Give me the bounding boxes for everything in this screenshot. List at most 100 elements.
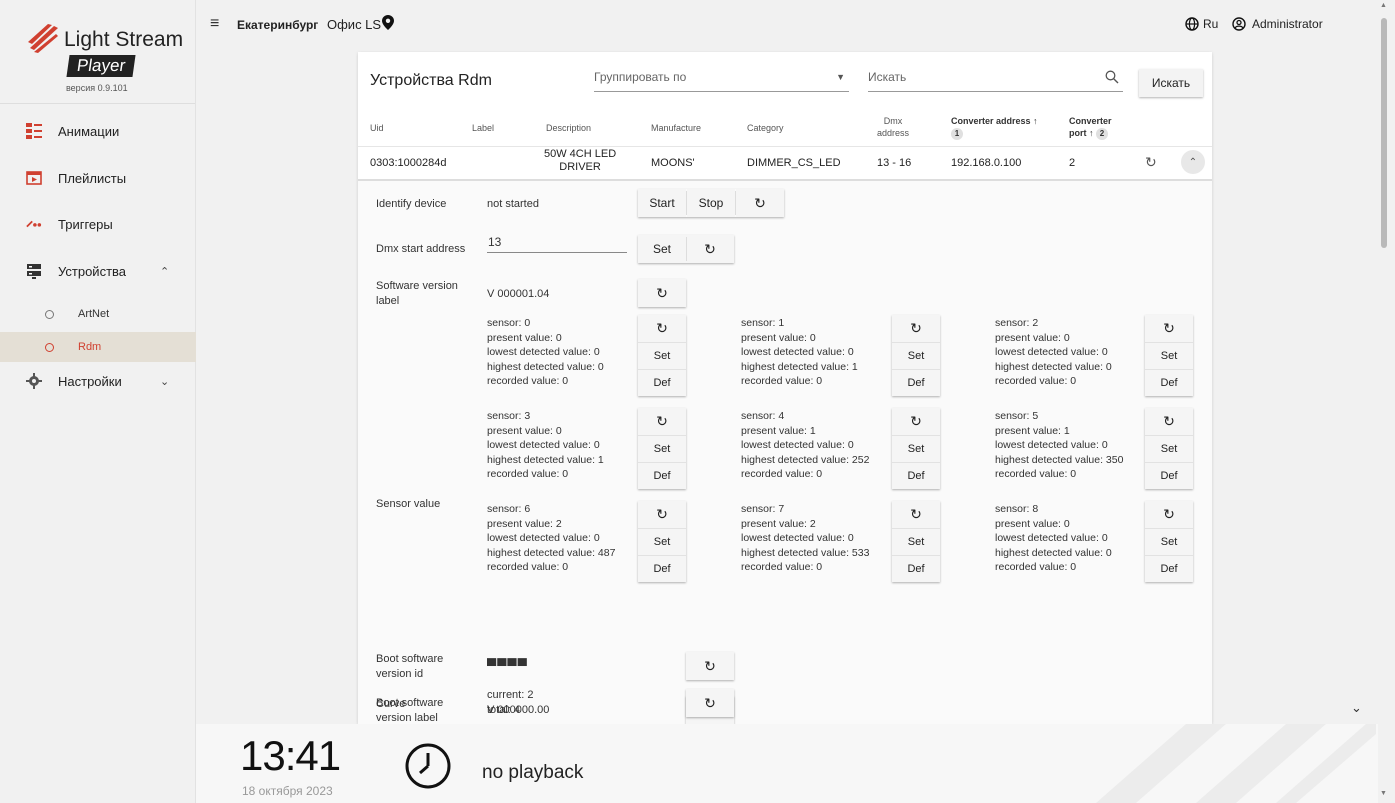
user-icon xyxy=(1232,17,1246,31)
nav-settings[interactable]: Настройки ⌄ xyxy=(0,361,196,401)
identify-refresh-button[interactable]: ↻ xyxy=(736,189,784,217)
sensor-line: recorded value: 0 xyxy=(487,468,569,480)
sensor-def-button[interactable]: Def xyxy=(892,369,940,396)
sensor-line: recorded value: 0 xyxy=(741,561,823,573)
header-manufacture[interactable]: Manufacture xyxy=(651,122,701,134)
groupby-select[interactable]: Группировать по ▼ xyxy=(594,70,849,92)
cell-manufacture: MOONS' xyxy=(651,157,695,169)
sensor-line: present value: 1 xyxy=(741,424,816,437)
sensor-refresh-button[interactable]: ↻ xyxy=(892,315,940,342)
sensor-info: sensor: 4 present value: 1 lowest detected… xyxy=(741,409,869,482)
sensor-set-button[interactable]: Set xyxy=(638,342,686,369)
refresh-icon: ↻ xyxy=(704,657,716,674)
nav-triggers[interactable]: Триггеры xyxy=(0,204,196,244)
top-bar: ≡ Екатеринбург Офис LS Ru Administrator xyxy=(196,0,1378,48)
sensor-set-button[interactable]: Set xyxy=(892,528,940,555)
clock-icon xyxy=(405,743,451,789)
sensor-def-button[interactable]: Def xyxy=(892,555,940,582)
scrollbar-thumb[interactable] xyxy=(1381,18,1387,248)
header-dmx-address[interactable]: Dmx address xyxy=(877,115,909,139)
scroll-up-arrow-icon[interactable]: ▲ xyxy=(1380,2,1387,9)
sensor-line: sensor: 2 xyxy=(995,317,1039,329)
start-button[interactable]: Start xyxy=(638,189,686,217)
dmx-start-input[interactable]: 13 xyxy=(488,235,501,250)
header-converter-port[interactable]: Converter port ↑ 2 xyxy=(1069,115,1112,140)
header-category[interactable]: Category xyxy=(747,122,784,134)
divider xyxy=(686,237,687,261)
app-logo[interactable]: Light Stream Player версия 0.9.101 xyxy=(0,0,195,104)
dmx-refresh-button[interactable]: ↻ xyxy=(686,235,734,263)
sensor-set-button[interactable]: Set xyxy=(1145,342,1193,369)
nav-animations[interactable]: Анимации xyxy=(0,111,196,151)
sensor-line: highest detected value: 533 xyxy=(741,546,870,559)
sensor-set-button[interactable]: Set xyxy=(1145,435,1193,462)
scroll-down-arrow-icon[interactable]: ▼ xyxy=(1380,790,1387,797)
nav-playlists[interactable]: Плейлисты xyxy=(0,158,196,198)
sensor-refresh-button[interactable]: ↻ xyxy=(1145,408,1193,435)
search-input[interactable]: Искать xyxy=(868,70,1123,92)
sensor-def-button[interactable]: Def xyxy=(638,369,686,396)
dmx-set-button[interactable]: Set xyxy=(638,235,686,263)
sensor-refresh-button[interactable]: ↻ xyxy=(1145,501,1193,528)
dropdown-arrow-icon: ▼ xyxy=(836,72,845,82)
sensor-refresh-button[interactable]: ↻ xyxy=(638,408,686,435)
user-menu[interactable]: Administrator xyxy=(1232,17,1323,31)
header-description[interactable]: Description xyxy=(546,122,591,134)
nav-sub-artnet[interactable]: ArtNet xyxy=(0,299,196,329)
boot-id-refresh-button[interactable]: ↻ xyxy=(686,652,734,680)
sensor-line: lowest detected value: 0 xyxy=(995,346,1108,358)
cell-description: 50W 4CH LED DRIVER xyxy=(544,148,616,174)
sensor-line: present value: 0 xyxy=(487,331,562,344)
cell-description-line2: DRIVER xyxy=(559,161,601,173)
curve-refresh-button[interactable]: ↻ xyxy=(686,689,734,717)
sensor-line: sensor: 0 xyxy=(487,317,531,329)
gear-icon xyxy=(26,373,42,389)
location-pin-icon[interactable] xyxy=(382,15,394,33)
sensor-line: recorded value: 0 xyxy=(741,468,823,480)
sensor-def-button[interactable]: Def xyxy=(638,462,686,489)
location-office[interactable]: Офис LS xyxy=(327,17,381,32)
header-label[interactable]: Label xyxy=(472,122,494,134)
sensor-def-button[interactable]: Def xyxy=(1145,369,1193,396)
sw-version-refresh-button[interactable]: ↻ xyxy=(638,279,686,307)
sensor-refresh-button[interactable]: ↻ xyxy=(1145,315,1193,342)
sensor-set-button[interactable]: Set xyxy=(638,528,686,555)
sensor-set-button[interactable]: Set xyxy=(892,435,940,462)
nav-sub-rdm[interactable]: Rdm xyxy=(0,332,196,362)
sensor-def-button[interactable]: Def xyxy=(638,555,686,582)
sensor-refresh-button[interactable]: ↻ xyxy=(638,315,686,342)
header-uid[interactable]: Uid xyxy=(370,122,384,134)
sensor-info: sensor: 8 present value: 0 lowest detected… xyxy=(995,502,1112,575)
sensor-def-button[interactable]: Def xyxy=(1145,462,1193,489)
refresh-icon[interactable]: ↻ xyxy=(1145,154,1157,171)
groupby-placeholder: Группировать по xyxy=(594,70,687,84)
sensor-def-button[interactable]: Def xyxy=(892,462,940,489)
sensor-refresh-button[interactable]: ↻ xyxy=(892,501,940,528)
chevron-down-icon[interactable]: ⌄ xyxy=(160,375,169,388)
collapse-row-button[interactable]: ⌃ xyxy=(1181,150,1205,174)
chevron-up-icon[interactable]: ⌃ xyxy=(160,265,169,278)
nav-triggers-label: Триггеры xyxy=(58,216,113,232)
nav-devices[interactable]: Устройства ⌃ xyxy=(0,251,196,291)
sort-badge: 2 xyxy=(1096,128,1109,140)
sensor-def-button[interactable]: Def xyxy=(1145,555,1193,582)
stop-button[interactable]: Stop xyxy=(687,189,735,217)
language-selector[interactable]: Ru xyxy=(1185,17,1218,31)
globe-icon xyxy=(1185,17,1199,31)
hamburger-menu-icon[interactable]: ≡ xyxy=(210,15,219,33)
sort-badge: 1 xyxy=(951,128,963,140)
search-button[interactable]: Искать xyxy=(1139,69,1203,97)
header-converter-address[interactable]: Converter address ↑ 1 xyxy=(951,115,1038,140)
page-scrollbar[interactable]: ▲ ▼ xyxy=(1378,0,1395,803)
sensor-set-button[interactable]: Set xyxy=(1145,528,1193,555)
sensor-set-button[interactable]: Set xyxy=(638,435,686,462)
cell-converter-address: 192.168.0.100 xyxy=(951,157,1022,169)
sensor-info: sensor: 6 present value: 2 lowest detected… xyxy=(487,502,615,575)
scroll-down-double-chevron-icon[interactable]: ⌄ xyxy=(1351,700,1362,716)
sensor-line: present value: 2 xyxy=(487,517,562,530)
sensor-line: sensor: 7 xyxy=(741,503,785,515)
sensor-refresh-button[interactable]: ↻ xyxy=(638,501,686,528)
sensor-line: sensor: 6 xyxy=(487,503,531,515)
sensor-refresh-button[interactable]: ↻ xyxy=(892,408,940,435)
sensor-set-button[interactable]: Set xyxy=(892,342,940,369)
